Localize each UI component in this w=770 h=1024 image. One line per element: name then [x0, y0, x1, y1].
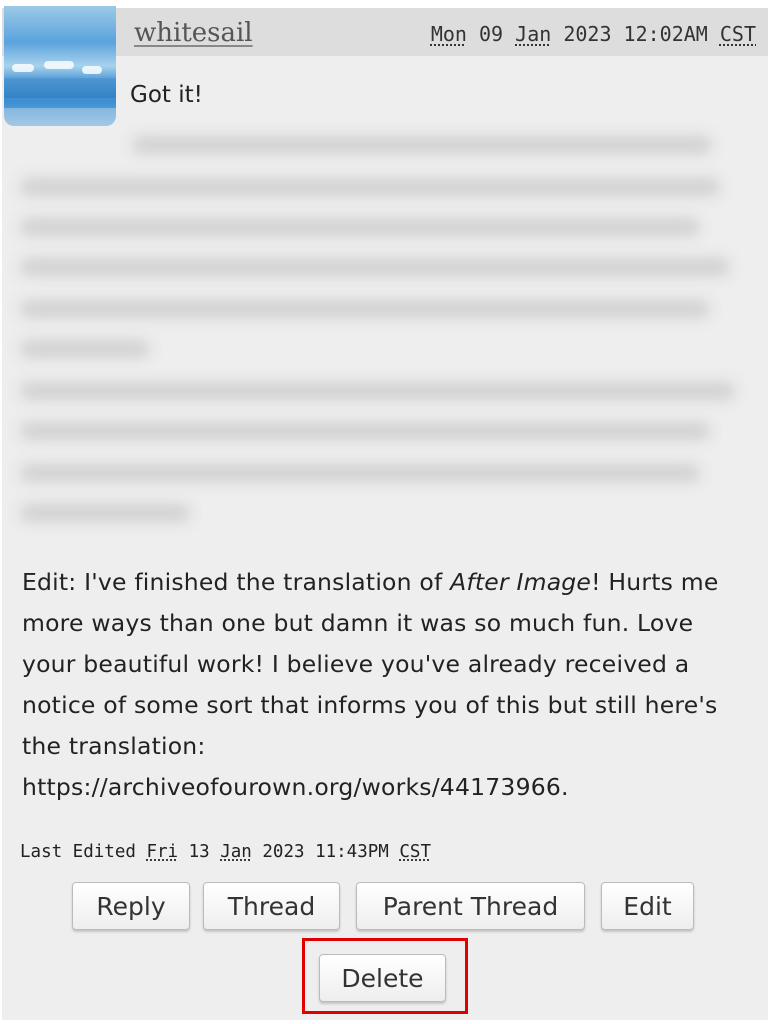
day-number: 09	[479, 22, 504, 46]
comment-block: whitesail Mon 09 Jan 2023 12:02AM CST Go…	[2, 6, 768, 1020]
edit-button[interactable]: Edit	[601, 882, 694, 930]
edit-year-time: 2023 11:43PM	[262, 842, 389, 862]
avatar-cloud	[44, 61, 74, 69]
edit-note-after: ! Hurts me more ways than one but damn i…	[22, 568, 719, 801]
blur-veil	[2, 108, 768, 544]
edit-day-abbr: Fri	[146, 842, 179, 862]
avatar-cloud	[82, 66, 102, 74]
timezone-abbr: CST	[719, 22, 756, 46]
last-edited: Last Edited Fri 13 Jan 2023 11:43PM CST	[20, 842, 431, 862]
delete-highlight-box	[302, 938, 468, 1014]
blurred-comment-text	[2, 108, 768, 544]
comment-datetime: Mon 09 Jan 2023 12:02AM CST	[431, 22, 756, 46]
username-link[interactable]: whitesail	[134, 18, 253, 48]
parent-thread-button[interactable]: Parent Thread	[356, 882, 585, 930]
thread-button[interactable]: Thread	[203, 882, 340, 930]
avatar-cloud	[12, 64, 34, 72]
edit-timezone-abbr: CST	[399, 842, 431, 862]
day-abbr: Mon	[430, 22, 467, 46]
edit-note: Edit: I've finished the translation of A…	[22, 562, 752, 808]
work-title: After Image	[450, 568, 592, 596]
last-edited-label: Last Edited	[20, 842, 136, 862]
comment-first-line: Got it!	[130, 82, 203, 108]
month-abbr: Jan	[515, 22, 552, 46]
year-time: 2023 12:02AM	[563, 22, 708, 46]
edit-note-before: Edit: I've finished the translation of	[22, 568, 451, 596]
edit-month-abbr: Jan	[220, 842, 252, 862]
reply-button[interactable]: Reply	[72, 882, 190, 930]
edit-day-number: 13	[188, 842, 210, 862]
avatar-sea	[4, 78, 116, 98]
